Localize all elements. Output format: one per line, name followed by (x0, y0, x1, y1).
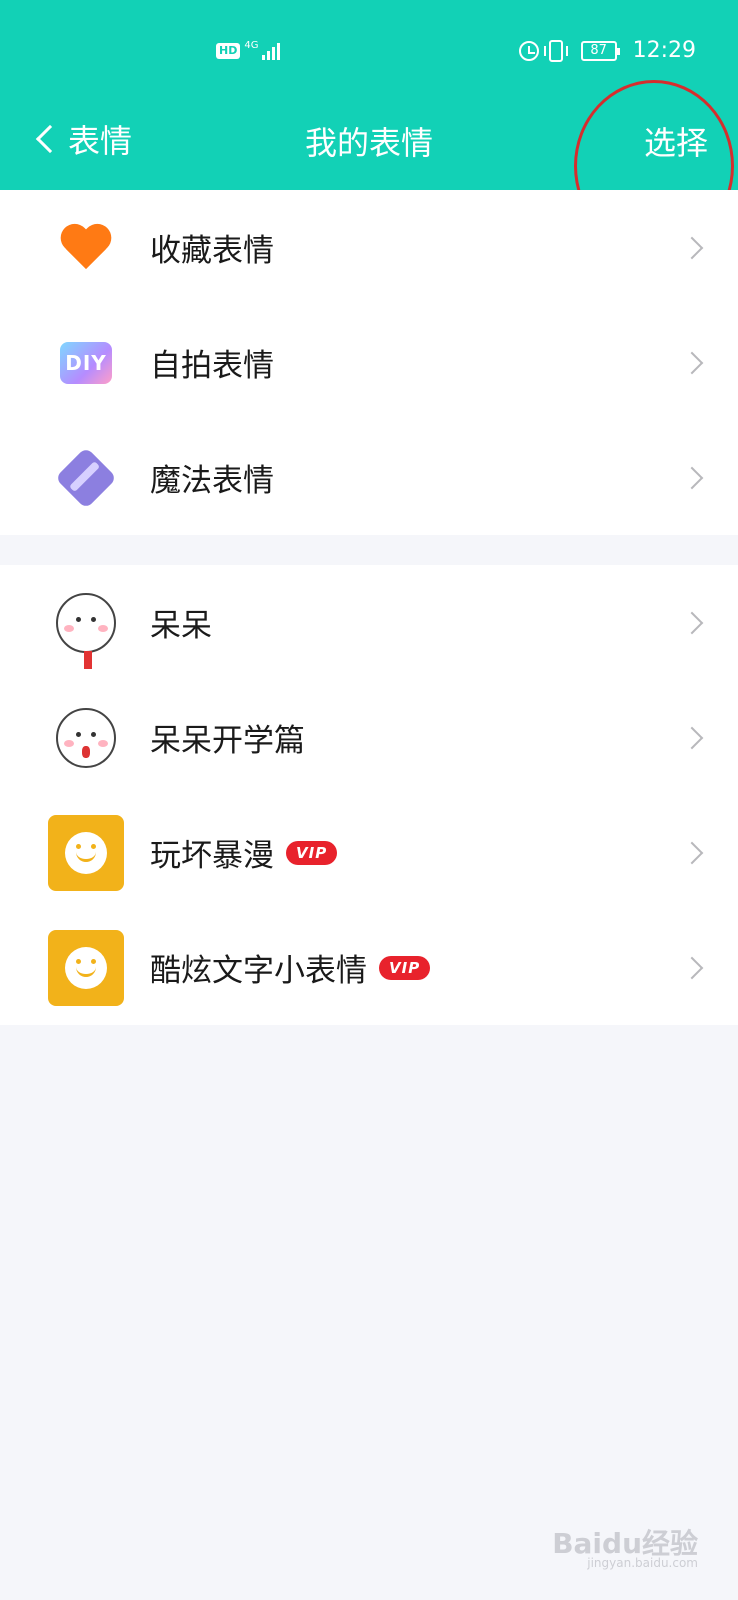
page-title: 我的表情 (304, 124, 433, 162)
yellow-smile-icon (48, 814, 124, 891)
list-item-selfie[interactable]: DIY 自拍表情 (0, 305, 738, 420)
list-item-label: 呆呆 (150, 608, 212, 644)
list-item-daidai[interactable]: 呆呆 (0, 565, 738, 680)
chevron-right-icon (680, 611, 704, 634)
list-item-label: 玩坏暴漫 VIP (150, 830, 338, 875)
chevron-right-icon (680, 351, 704, 374)
network-type: 4G (244, 40, 259, 51)
list-item-label: 收藏表情 (150, 233, 274, 269)
alarm-icon (518, 40, 539, 61)
list-item-rage-comic[interactable]: 玩坏暴漫 VIP (0, 795, 738, 910)
list-item-label: 酷炫文字小表情 VIP (150, 945, 431, 990)
list-item-favorites[interactable]: 收藏表情 (0, 190, 738, 305)
cartoon-face-icon (56, 592, 116, 669)
hd-badge: HD (216, 43, 241, 59)
navbar: 表情 我的表情 选择 (0, 100, 738, 180)
magic-wand-icon (54, 446, 118, 509)
vibrate-icon (543, 39, 568, 62)
system-sticker-list: 收藏表情 DIY 自拍表情 魔法表情 (0, 190, 738, 535)
list-item-text-stickers[interactable]: 酷炫文字小表情 VIP (0, 910, 738, 1025)
header: HD 4G 87 12:29 表情 我的表情 选择 (0, 0, 738, 190)
chevron-right-icon (680, 841, 704, 864)
chevron-right-icon (680, 956, 704, 979)
chevron-right-icon (680, 466, 704, 489)
vip-badge: VIP (379, 955, 431, 980)
select-button[interactable]: 选择 (644, 118, 708, 164)
status-bar: HD 4G 87 12:29 (0, 36, 738, 72)
vip-badge: VIP (286, 840, 338, 865)
chevron-right-icon (680, 236, 704, 259)
chevron-right-icon (680, 726, 704, 749)
list-item-daidai-school[interactable]: 呆呆开学篇 (0, 680, 738, 795)
list-item-magic[interactable]: 魔法表情 (0, 420, 738, 535)
battery-icon: 87 (580, 40, 620, 61)
sticker-pack-list: 呆呆 呆呆开学篇 玩坏暴漫 VIP 酷炫文字小表情 VIP (0, 565, 738, 1025)
list-item-label: 呆呆开学篇 (150, 723, 305, 759)
clock: 12:29 (632, 38, 696, 63)
list-item-label: 自拍表情 (150, 348, 274, 384)
signal-icon (262, 42, 281, 60)
list-item-label: 魔法表情 (150, 463, 274, 499)
heart-icon (60, 225, 112, 271)
network-indicator: HD 4G (216, 40, 281, 60)
cartoon-face-icon (56, 707, 116, 768)
baidu-watermark: Baidu经验 jingyan.baidu.com (552, 1527, 698, 1570)
diy-icon: DIY (60, 341, 112, 384)
yellow-smile-icon (48, 929, 124, 1006)
status-right: 87 12:29 (518, 38, 696, 63)
